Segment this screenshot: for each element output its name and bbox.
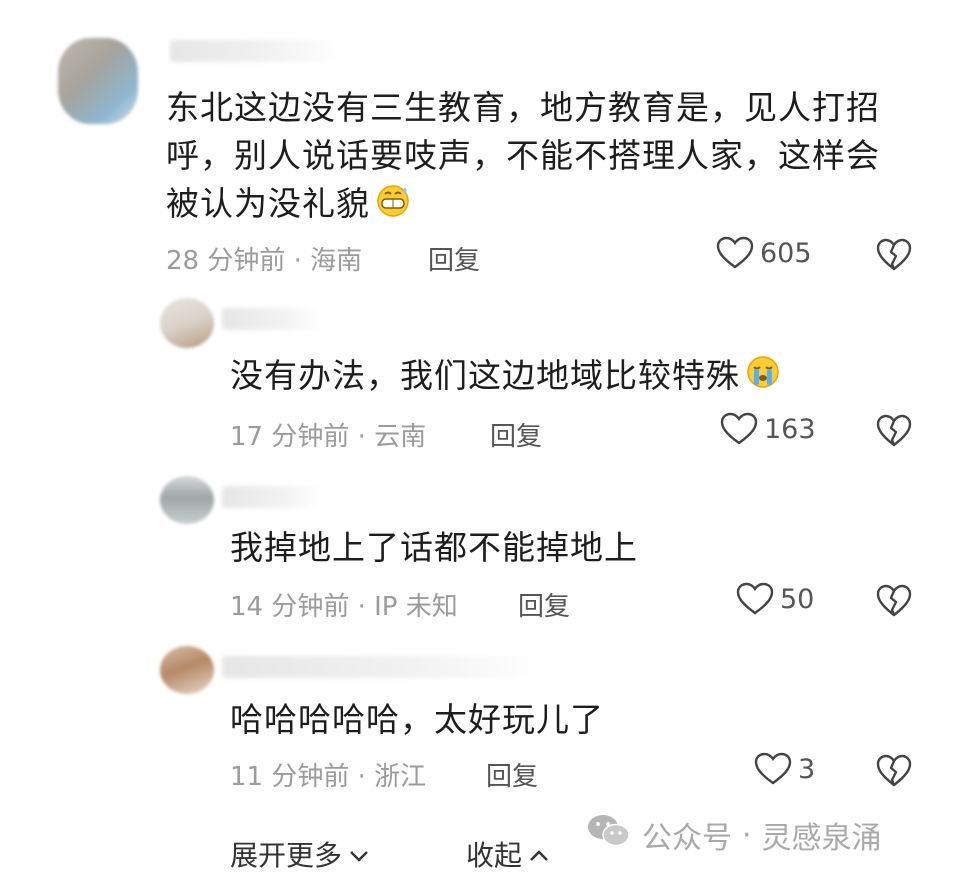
comment-meta: 17 分钟前 · 云南 — [230, 422, 427, 452]
watermark-prefix: 公众号 — [642, 821, 732, 856]
comment-text: 哈哈哈哈哈，太好玩儿了 — [230, 696, 890, 744]
heart-icon — [720, 412, 758, 446]
like-button[interactable]: 605 — [716, 236, 812, 270]
expand-more-button[interactable]: 展开更多 — [230, 834, 370, 874]
broken-heart-icon — [876, 754, 912, 788]
reply-button[interactable]: 回复 — [490, 416, 542, 453]
comment-text: 东北这边没有三生教育，地方教育是，见人打招呼，别人说话要吱声，不能不搭理人家，这… — [166, 84, 906, 230]
dislike-button[interactable] — [876, 584, 912, 618]
like-button[interactable]: 163 — [720, 412, 816, 446]
like-count: 50 — [780, 583, 815, 615]
heart-icon — [716, 236, 754, 270]
reply-button[interactable]: 回复 — [518, 586, 570, 623]
expand-more-label: 展开更多 — [230, 839, 343, 872]
comment-text-body: 东北这边没有三生教育，地方教育是，见人打招呼，别人说话要吱声，不能不搭理人家，这… — [166, 88, 880, 223]
username-blurred[interactable] — [170, 40, 340, 62]
chevron-down-icon — [348, 838, 370, 871]
dislike-button[interactable] — [876, 414, 912, 448]
reply-button[interactable]: 回复 — [486, 756, 538, 793]
username-blurred[interactable] — [222, 308, 322, 330]
crying-emoji-icon — [744, 354, 782, 402]
comment-meta: 28 分钟前 · 海南 — [166, 246, 363, 276]
like-count: 163 — [764, 413, 816, 445]
grin-sweat-emoji-icon — [374, 182, 412, 230]
avatar[interactable] — [160, 298, 214, 348]
comment-text-body: 没有办法，我们这边地域比较特殊 — [230, 356, 740, 395]
collapse-button[interactable]: 收起 — [466, 834, 550, 874]
comment-text: 没有办法，我们这边地域比较特殊 — [230, 352, 890, 402]
like-button[interactable]: 50 — [736, 582, 814, 616]
watermark: 公众号 · 灵感泉涌 — [586, 812, 882, 858]
comment-text-body: 我掉地上了话都不能掉地上 — [230, 528, 638, 567]
username-blurred[interactable] — [222, 486, 322, 508]
heart-icon — [754, 752, 792, 786]
comment-meta: 11 分钟前 · 浙江 — [230, 762, 427, 792]
like-count: 3 — [798, 753, 816, 785]
broken-heart-icon — [876, 414, 912, 448]
heart-icon — [736, 582, 774, 616]
dislike-button[interactable] — [876, 754, 912, 788]
comment-meta: 14 分钟前 · IP 未知 — [230, 592, 458, 622]
broken-heart-icon — [876, 238, 912, 272]
like-button[interactable]: 3 — [754, 752, 815, 786]
username-blurred[interactable] — [222, 656, 542, 678]
chevron-up-icon — [528, 838, 550, 871]
watermark-name: 灵感泉涌 — [761, 821, 882, 856]
reply-button[interactable]: 回复 — [428, 240, 480, 277]
comment-text-body: 哈哈哈哈哈，太好玩儿了 — [230, 700, 604, 739]
broken-heart-icon — [876, 584, 912, 618]
collapse-label: 收起 — [466, 839, 523, 872]
dislike-button[interactable] — [876, 238, 912, 272]
avatar[interactable] — [58, 38, 138, 124]
comment-text: 我掉地上了话都不能掉地上 — [230, 524, 890, 572]
avatar[interactable] — [160, 476, 214, 524]
avatar[interactable] — [160, 646, 214, 694]
watermark-separator: · — [742, 817, 752, 853]
like-count: 605 — [760, 237, 812, 269]
wechat-icon — [586, 812, 632, 858]
